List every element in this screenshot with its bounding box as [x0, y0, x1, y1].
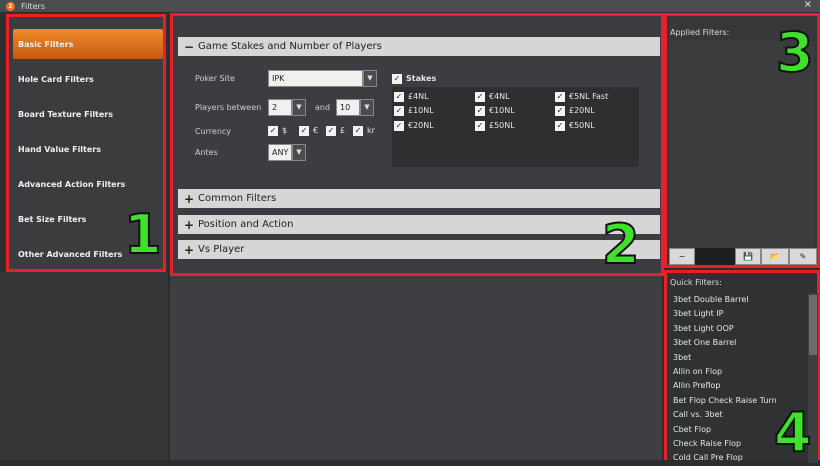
chevron-down-icon[interactable]: ▼: [360, 99, 374, 116]
stake-label: £10NL: [408, 106, 434, 115]
section-title: Position and Action: [198, 219, 294, 230]
quick-filters-title: Quick Filters:: [670, 278, 722, 287]
stake-checkbox[interactable]: ✓: [394, 92, 404, 102]
basic-filters-box: − Game Stakes and Number of Players Poke…: [170, 13, 664, 276]
list-item[interactable]: Allin on Flop: [669, 365, 807, 379]
save-icon[interactable]: 💾: [735, 248, 761, 265]
players-max-select[interactable]: 10: [336, 99, 360, 116]
list-item[interactable]: 3bet Light OOP: [669, 322, 807, 336]
expand-icon: +: [184, 217, 195, 232]
collapse-icon: −: [184, 39, 195, 54]
stakes-all-checkbox[interactable]: ✓: [392, 74, 402, 84]
close-icon[interactable]: ×: [804, 0, 812, 10]
sidebar-item-board-texture-filters[interactable]: Board Texture Filters: [13, 99, 163, 129]
app-logo-icon: 2: [6, 1, 15, 11]
stakes-list: ✓ £4NL ✓ €4NL ✓ €5NL Fast ✓ £10NL ✓ €10N…: [392, 87, 639, 167]
folder-icon[interactable]: 📂: [761, 248, 789, 265]
players-between-label: Players between: [195, 103, 262, 112]
chevron-down-icon[interactable]: ▼: [292, 99, 306, 116]
currency-eur-checkbox[interactable]: ✓: [299, 126, 309, 136]
pencil-icon[interactable]: ✎: [789, 248, 817, 265]
stake-checkbox[interactable]: ✓: [394, 106, 404, 116]
scrollbar-thumb[interactable]: [809, 295, 817, 355]
applied-filters-title: Applied Filters:: [670, 28, 730, 37]
list-item[interactable]: 3bet One Barrel: [669, 336, 807, 350]
stake-label: €10NL: [489, 106, 515, 115]
list-item[interactable]: 3bet Light IP: [669, 307, 807, 321]
stake-label: €4NL: [489, 92, 510, 101]
stake-checkbox[interactable]: ✓: [475, 92, 485, 102]
title-bar: 2 Filters ×: [0, 0, 820, 12]
and-label: and: [315, 103, 331, 112]
editor-empty-area: [170, 283, 662, 460]
stake-checkbox[interactable]: ✓: [555, 92, 565, 102]
stakes-label: Stakes: [406, 74, 437, 83]
stake-label: £50NL: [489, 121, 515, 130]
list-item[interactable]: 3bet: [669, 351, 807, 365]
stake-label: €50NL: [569, 121, 595, 130]
section-title: Common Filters: [198, 193, 277, 204]
section-game-stakes[interactable]: − Game Stakes and Number of Players: [178, 37, 660, 56]
filter-editor-panel: − Game Stakes and Number of Players Poke…: [170, 13, 664, 460]
currency-kr-label: kr: [367, 126, 375, 135]
window-title: Filters: [21, 1, 45, 11]
stake-label: £20NL: [569, 106, 595, 115]
sidebar-item-hole-card-filters[interactable]: Hole Card Filters: [13, 64, 163, 94]
currency-kr-checkbox[interactable]: ✓: [353, 126, 363, 136]
chevron-down-icon[interactable]: ▼: [292, 144, 306, 161]
stake-checkbox[interactable]: ✓: [555, 106, 565, 116]
currency-usd-checkbox[interactable]: ✓: [268, 126, 278, 136]
chevron-down-icon[interactable]: ▼: [363, 70, 377, 87]
expand-icon: +: [184, 242, 195, 257]
currency-eur-label: €: [313, 126, 319, 135]
stake-checkbox[interactable]: ✓: [555, 121, 565, 131]
sidebar-item-basic-filters[interactable]: Basic Filters: [13, 29, 163, 59]
antes-select[interactable]: ANY: [268, 144, 292, 161]
annotation-number-4: 4: [773, 401, 813, 464]
stake-checkbox[interactable]: ✓: [394, 121, 404, 131]
section-title: Vs Player: [198, 244, 245, 255]
currency-usd-label: $: [282, 126, 288, 135]
section-vs-player[interactable]: + Vs Player: [178, 240, 660, 259]
currency-gbp-label: £: [340, 126, 346, 135]
sidebar-empty-area: [0, 272, 168, 460]
stake-checkbox[interactable]: ✓: [475, 106, 485, 116]
section-title: Game Stakes and Number of Players: [198, 41, 382, 52]
antes-label: Antes: [195, 148, 218, 157]
annotation-number-2: 2: [601, 213, 641, 276]
remove-filter-button[interactable]: −: [669, 248, 695, 265]
stake-label: £4NL: [408, 92, 429, 101]
annotation-number-3: 3: [775, 21, 815, 84]
stake-label: €20NL: [408, 121, 434, 130]
sidebar-item-advanced-action-filters[interactable]: Advanced Action Filters: [13, 169, 163, 199]
section-position-and-action[interactable]: + Position and Action: [178, 215, 660, 234]
poker-site-label: Poker Site: [195, 74, 235, 83]
toolbar-spacer: [695, 248, 735, 265]
annotation-number-1: 1: [123, 203, 163, 266]
list-item[interactable]: Allin Preflop: [669, 379, 807, 393]
currency-gbp-checkbox[interactable]: ✓: [326, 126, 336, 136]
stake-checkbox[interactable]: ✓: [475, 121, 485, 131]
stake-label: €5NL Fast: [569, 92, 609, 101]
players-min-select[interactable]: 2: [268, 99, 292, 116]
list-item[interactable]: 3bet Double Barrel: [669, 293, 807, 307]
poker-site-select[interactable]: IPK: [268, 70, 363, 87]
expand-icon: +: [184, 191, 195, 206]
currency-label: Currency: [195, 127, 232, 136]
applied-filters-toolbar: − 💾 📂 ✎: [669, 248, 817, 265]
section-common-filters[interactable]: + Common Filters: [178, 189, 660, 208]
sidebar-item-hand-value-filters[interactable]: Hand Value Filters: [13, 134, 163, 164]
